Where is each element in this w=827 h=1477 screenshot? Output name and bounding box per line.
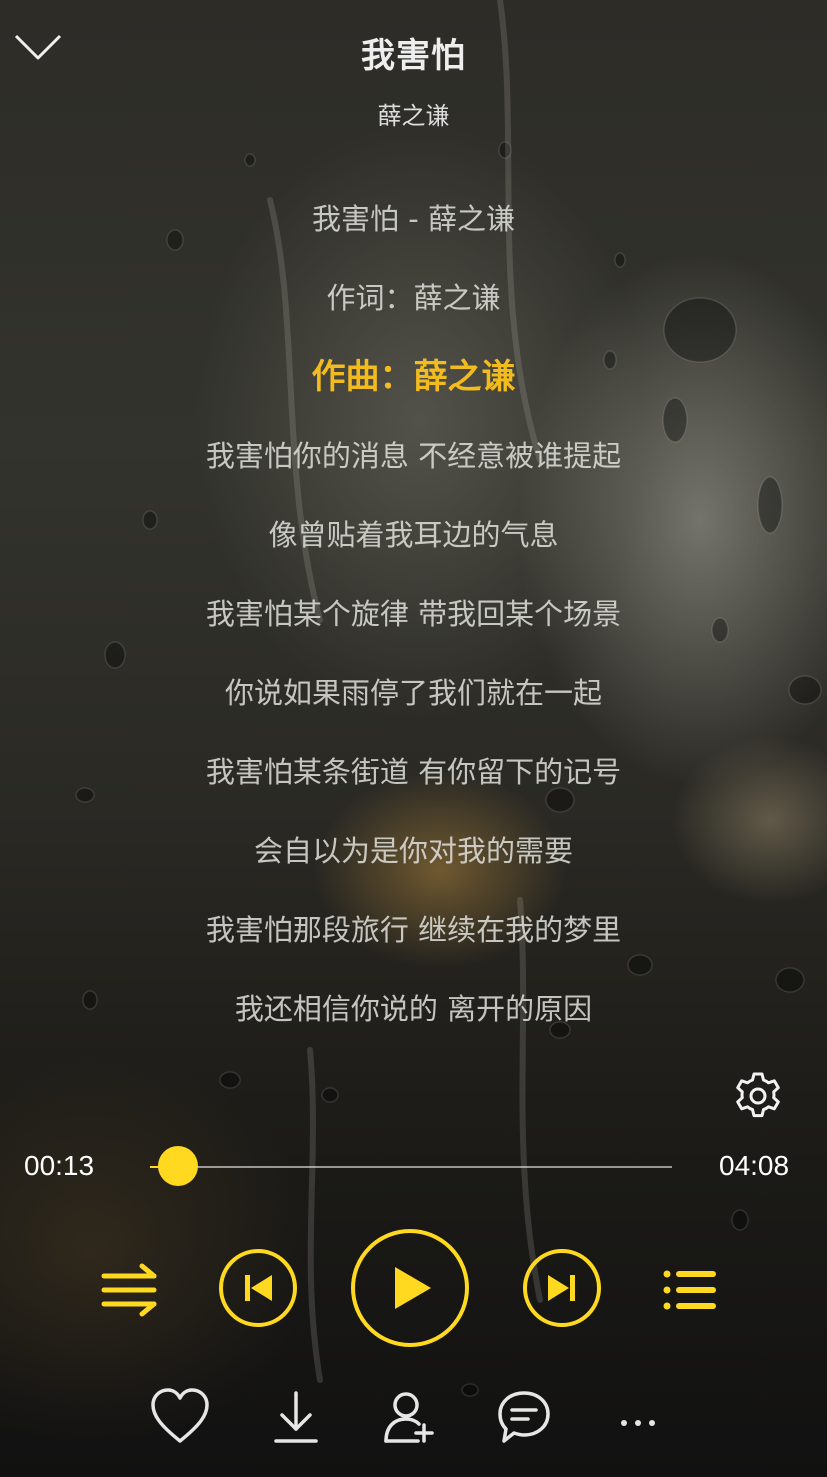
skip-previous-icon — [219, 1249, 297, 1327]
playlist-icon — [663, 1270, 716, 1310]
comment-button[interactable] — [492, 1385, 556, 1449]
play-button[interactable] — [349, 1227, 471, 1349]
song-artist: 薛之谦 — [377, 102, 450, 130]
like-button[interactable] — [148, 1385, 212, 1449]
play-icon — [351, 1229, 469, 1347]
more-icon — [621, 1420, 655, 1426]
lyric-line[interactable]: 我还相信你说的 离开的原因 — [0, 970, 827, 1049]
share-button[interactable] — [378, 1385, 442, 1449]
lyric-line[interactable]: 我害怕你的消息 不经意被谁提起 — [0, 417, 827, 496]
progress-handle[interactable] — [157, 1146, 198, 1186]
lyric-line[interactable]: 会自以为是你对我的需要 — [0, 812, 827, 891]
more-button[interactable] — [606, 1385, 670, 1449]
download-icon — [274, 1391, 318, 1443]
playlist-button[interactable] — [660, 1262, 722, 1318]
lyric-line[interactable]: 我害怕某条街道 有你留下的记号 — [0, 733, 827, 812]
gear-icon — [736, 1072, 780, 1118]
comment-icon — [498, 1391, 550, 1443]
lyric-line[interactable]: 我害怕那段旅行 继续在我的梦里 — [0, 891, 827, 970]
lyric-line[interactable]: 作词：薛之谦 — [0, 259, 827, 338]
next-track-button[interactable] — [521, 1247, 603, 1329]
heart-icon — [151, 1388, 209, 1443]
lyric-line-active[interactable]: 作曲：薛之谦 — [0, 338, 827, 417]
current-time: 00:13 — [24, 1150, 95, 1181]
lyric-line[interactable]: 我害怕 - 薛之谦 — [0, 180, 827, 259]
play-mode-button[interactable] — [98, 1262, 162, 1318]
lyric-settings-button[interactable] — [732, 1070, 784, 1122]
total-time: 04:08 — [719, 1150, 790, 1181]
progress-bar[interactable] — [150, 1146, 672, 1186]
lyric-line[interactable]: 我害怕某个旋律 带我回某个场景 — [0, 575, 827, 654]
shuffle-icon — [101, 1263, 157, 1317]
download-button[interactable] — [264, 1385, 328, 1449]
lyric-line[interactable]: 像曾贴着我耳边的气息 — [0, 496, 827, 575]
player-header: 我害怕 薛之谦 — [0, 0, 827, 150]
lyrics-list[interactable]: 我害怕 - 薛之谦 作词：薛之谦 作曲：薛之谦 我害怕你的消息 不经意被谁提起 … — [0, 180, 827, 1049]
lyric-line[interactable]: 你说如果雨停了我们就在一起 — [0, 654, 827, 733]
song-title: 我害怕 — [361, 36, 466, 76]
previous-track-button[interactable] — [217, 1247, 299, 1329]
skip-next-icon — [523, 1249, 601, 1327]
user-add-icon — [384, 1392, 434, 1443]
